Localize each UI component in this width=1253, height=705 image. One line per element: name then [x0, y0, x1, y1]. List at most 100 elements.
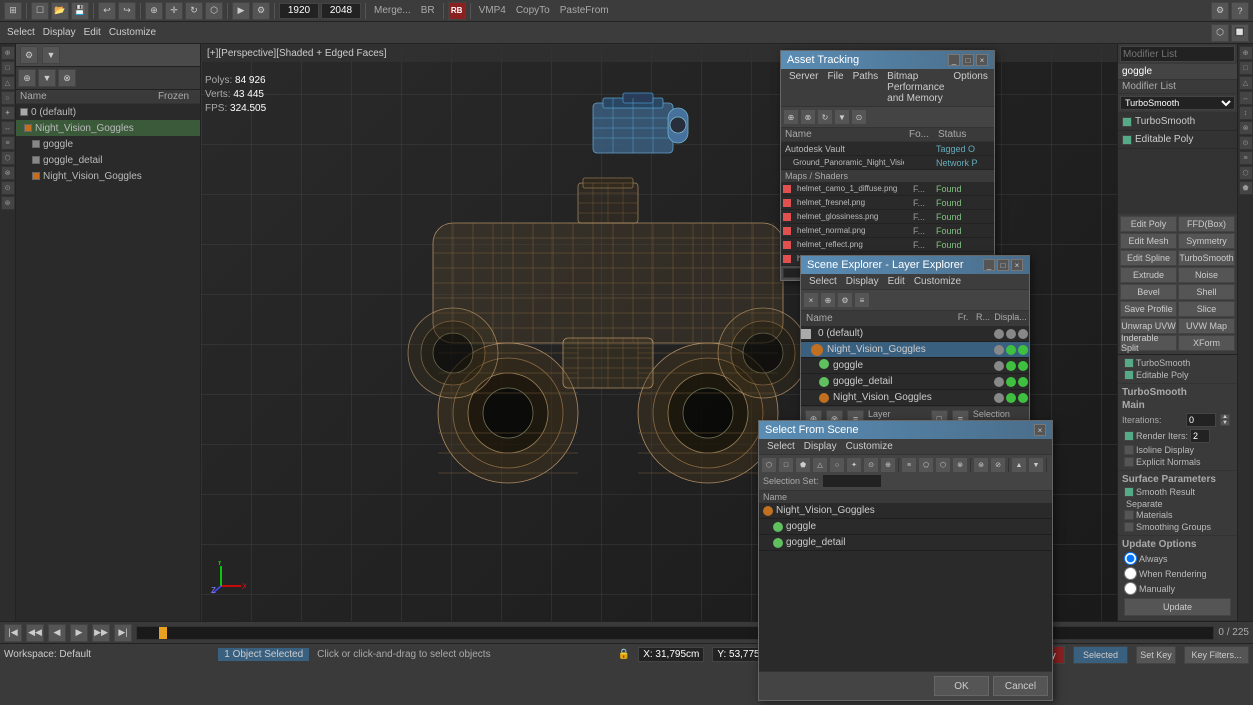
sfs-ok-btn[interactable]: OK [934, 676, 989, 696]
help-btn[interactable]: ? [1231, 2, 1249, 20]
unwrap-uvw-btn[interactable]: Unwrap UVW [1120, 318, 1177, 334]
at-row-5[interactable]: helmet_glossiness.png F... Found [781, 210, 994, 224]
modifier-dropdown[interactable]: TurboSmooth Editable Poly [1120, 96, 1235, 110]
sfs-tb-12[interactable]: ⊗ [952, 457, 968, 473]
se-menu-customize[interactable]: Customize [910, 275, 965, 288]
timeline-btn3[interactable]: ◀ [48, 624, 66, 642]
sfs-row-1[interactable]: goggle [759, 519, 1052, 535]
symmetry-btn[interactable]: Symmetry [1178, 233, 1235, 249]
at-row-3[interactable]: helmet_camo_1_diffuse.png F... Found [781, 182, 994, 196]
list-item[interactable]: Night_Vision_Goggles [16, 120, 200, 136]
inderable-split-btn[interactable]: Inderable Split [1120, 335, 1177, 351]
at-minimize-btn[interactable]: _ [948, 54, 960, 66]
left-tool-3[interactable]: △ [1, 76, 15, 90]
at-row-4[interactable]: helmet_fresnel.png F... Found [781, 196, 994, 210]
edit-menu[interactable]: Edit [81, 27, 104, 38]
sp-btn1[interactable]: ⊕ [18, 69, 36, 87]
scene-settings-btn[interactable]: ⚙ [20, 46, 38, 64]
sfs-tb-8[interactable]: ⊕ [880, 457, 896, 473]
menu-btn[interactable]: ⊞ [4, 2, 22, 20]
snap-btn[interactable]: 🔲 [1231, 24, 1249, 42]
timeline-btn1[interactable]: |◀ [4, 624, 22, 642]
at-close-btn[interactable]: × [976, 54, 988, 66]
se-row-0[interactable]: 0 (default) [801, 326, 1029, 342]
se-close-btn[interactable]: × [1011, 259, 1023, 271]
rp-btn4[interactable]: ↔ [1239, 91, 1253, 105]
at-tb-3[interactable]: ↻ [817, 109, 833, 125]
left-tool-1[interactable]: ⊕ [1, 46, 15, 60]
rp-btn6[interactable]: ⊗ [1239, 121, 1253, 135]
undo-btn[interactable]: ↩ [98, 2, 116, 20]
list-item[interactable]: goggle_detail [16, 152, 200, 168]
left-tool-4[interactable]: ○ [1, 91, 15, 105]
at-row-1[interactable]: Ground_Panoramic_Night_Vision_Go... Netw… [781, 156, 994, 170]
left-tool-6[interactable]: ↔ [1, 121, 15, 135]
sfs-tb-5[interactable]: ○ [829, 457, 845, 473]
edit-poly-btn[interactable]: Edit Poly [1120, 216, 1177, 232]
smoothing-groups-check[interactable] [1124, 522, 1134, 532]
left-tool-11[interactable]: ⊛ [1, 196, 15, 210]
select-btn[interactable]: ⊕ [145, 2, 163, 20]
materials-check[interactable] [1124, 510, 1134, 520]
at-menu-paths[interactable]: Paths [849, 70, 883, 105]
turbosmooth-btn[interactable]: TurboSmooth [1178, 250, 1235, 266]
ffd-box-btn[interactable]: FFD(Box) [1178, 216, 1235, 232]
slice-btn[interactable]: Slice [1178, 301, 1235, 317]
editablepoly-checkbox[interactable] [1124, 370, 1134, 380]
timeline-btn5[interactable]: ▶▶ [92, 624, 110, 642]
se-tb-3[interactable]: ⚙ [837, 292, 853, 308]
sfs-tb-16[interactable]: ▼ [1028, 457, 1044, 473]
se-title-bar[interactable]: Scene Explorer - Layer Explorer _ □ × [801, 256, 1029, 274]
sfs-tb-14[interactable]: ⊘ [990, 457, 1006, 473]
at-row-0[interactable]: Autodesk Vault Tagged O [781, 142, 994, 156]
at-tb-2[interactable]: ⊗ [800, 109, 816, 125]
rp-btn1[interactable]: ⊕ [1239, 46, 1253, 60]
at-menu-server[interactable]: Server [785, 70, 822, 105]
when-rendering-radio[interactable] [1124, 567, 1137, 580]
left-tool-8[interactable]: ⬡ [1, 151, 15, 165]
timeline-btn6[interactable]: ▶| [114, 624, 132, 642]
mod-item-turbosmooth[interactable]: TurboSmooth [1118, 113, 1237, 131]
move-btn[interactable]: ✛ [165, 2, 183, 20]
new-btn[interactable]: ☐ [31, 2, 49, 20]
edit-mesh-btn[interactable]: Edit Mesh [1120, 233, 1177, 249]
extrude-btn[interactable]: Extrude [1120, 267, 1177, 283]
isoline-check[interactable] [1124, 445, 1134, 455]
sfs-tb-2[interactable]: □ [778, 457, 794, 473]
noise-btn[interactable]: Noise [1178, 267, 1235, 283]
left-tool-9[interactable]: ⊗ [1, 166, 15, 180]
sfs-title-bar[interactable]: Select From Scene × [759, 421, 1052, 439]
list-item[interactable]: Night_Vision_Goggles [16, 168, 200, 184]
list-item[interactable]: 0 (default) [16, 104, 200, 120]
rp-btn5[interactable]: ↕ [1239, 106, 1253, 120]
open-btn[interactable]: 📂 [51, 2, 69, 20]
se-tb-4[interactable]: ≡ [854, 292, 870, 308]
rp-btn9[interactable]: ⬡ [1239, 166, 1253, 180]
left-tool-7[interactable]: ≡ [1, 136, 15, 150]
left-tool-10[interactable]: ⊙ [1, 181, 15, 195]
sp-btn3[interactable]: ⊗ [58, 69, 76, 87]
scale-btn[interactable]: ⬡ [205, 2, 223, 20]
se-minimize-btn[interactable]: _ [983, 259, 995, 271]
update-btn[interactable]: Update [1124, 598, 1231, 616]
at-row-7[interactable]: helmet_reflect.png F... Found [781, 238, 994, 252]
at-tb-4[interactable]: ▼ [834, 109, 850, 125]
se-maximize-btn[interactable]: □ [997, 259, 1009, 271]
settings-btn[interactable]: ⚙ [1211, 2, 1229, 20]
sfs-row-0[interactable]: Night_Vision_Goggles [759, 503, 1052, 519]
timeline-btn2[interactable]: ◀◀ [26, 624, 44, 642]
selected-btn[interactable]: Selected [1073, 646, 1128, 664]
rb-btn[interactable]: RB [448, 2, 466, 20]
se-row-2[interactable]: goggle [801, 358, 1029, 374]
modifier-search-input[interactable] [1120, 46, 1235, 62]
sfs-tb-6[interactable]: ✦ [846, 457, 862, 473]
at-maximize-btn[interactable]: □ [962, 54, 974, 66]
sfs-tb-1[interactable]: ⬡ [761, 457, 777, 473]
xform-btn[interactable]: XForm [1178, 335, 1235, 351]
mod-item-editablepoly[interactable]: Editable Poly [1118, 131, 1237, 149]
display-menu[interactable]: Display [40, 27, 79, 38]
sfs-menu-display[interactable]: Display [800, 440, 841, 453]
render-height[interactable]: 2048 [321, 3, 361, 19]
at-tb-5[interactable]: ⊙ [851, 109, 867, 125]
render-setup-btn[interactable]: ⚙ [252, 2, 270, 20]
